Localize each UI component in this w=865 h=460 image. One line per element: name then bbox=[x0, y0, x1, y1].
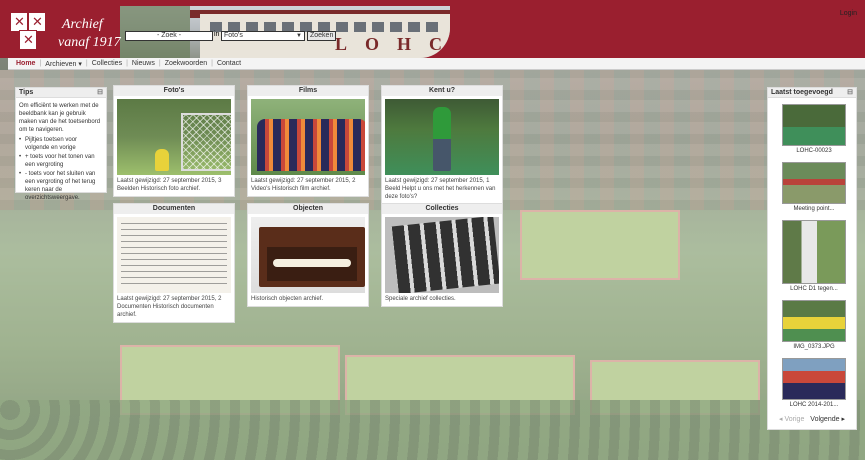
card-meta: Speciale archief collecties. bbox=[385, 296, 456, 302]
pager-prev-link[interactable]: ◂ Vorige bbox=[779, 416, 804, 423]
recent-caption: LOHC 2014-201... bbox=[789, 402, 839, 408]
recent-pager: ◂ Vorige Volgende ▸ bbox=[768, 415, 856, 423]
recent-header: Laatst toegevoegd ⊟ bbox=[768, 88, 856, 98]
main-navigation: Home | Archieven ▾ | Collecties | Nieuws… bbox=[8, 58, 865, 70]
site-title: Archief vanaf 1917 bbox=[58, 16, 121, 52]
card-thumbnail[interactable] bbox=[385, 217, 499, 293]
card-thumbnail[interactable] bbox=[251, 217, 365, 293]
card-title: Documenten bbox=[114, 204, 234, 214]
search-category-select[interactable]: Foto's ▼ bbox=[221, 31, 305, 41]
recent-item[interactable]: LOHC D1 tegen... bbox=[782, 220, 846, 293]
banner-lohc-text: LOHC bbox=[335, 34, 450, 54]
tips-item: + toets voor het tonen van een vergrotin… bbox=[19, 153, 103, 169]
card-meta: Historisch objecten archief. bbox=[251, 296, 324, 302]
category-card-fotos[interactable]: Foto's Laatst gewijzigd: 27 september 20… bbox=[113, 85, 235, 197]
nav-archieven[interactable]: Archieven ▾ bbox=[45, 60, 82, 68]
select-arrow-icon: ▼ bbox=[296, 33, 302, 39]
recent-caption: LOHC-00023 bbox=[796, 148, 832, 154]
card-thumbnail[interactable] bbox=[385, 99, 499, 175]
card-title: Collecties bbox=[382, 204, 502, 214]
recent-thumbnail[interactable] bbox=[782, 104, 846, 146]
card-title: Foto's bbox=[114, 86, 234, 96]
category-card-collecties[interactable]: Collecties Speciale archief collecties. bbox=[381, 203, 503, 307]
card-thumbnail[interactable] bbox=[117, 217, 231, 293]
recent-caption: IMG_0373.JPG bbox=[793, 344, 835, 350]
collapse-icon[interactable]: ⊟ bbox=[847, 88, 853, 98]
site-title-line1: Archief bbox=[62, 17, 103, 32]
nav-nieuws[interactable]: Nieuws bbox=[132, 60, 155, 67]
category-card-objecten[interactable]: Objecten Historisch objecten archief. bbox=[247, 203, 369, 307]
recent-item[interactable]: IMG_0373.JPG bbox=[782, 300, 846, 351]
tips-title: Tips bbox=[19, 89, 34, 96]
pager-next-link[interactable]: Volgende ▸ bbox=[810, 416, 845, 423]
tips-item: - toets voor het sluiten van een vergrot… bbox=[19, 170, 103, 202]
category-card-documenten[interactable]: Documenten Laatst gewijzigd: 27 septembe… bbox=[113, 203, 235, 323]
club-logo[interactable] bbox=[10, 12, 50, 50]
tips-panel: Tips ⊟ Om efficiënt te werken met de bee… bbox=[15, 87, 107, 201]
nav-contact[interactable]: Contact bbox=[217, 60, 241, 67]
tips-item: Pijltjes toetsen voor volgende en vorige bbox=[19, 136, 103, 152]
card-meta: Laatst gewijzigd: 27 september 2015, 2 D… bbox=[117, 296, 222, 318]
recent-item[interactable]: LOHC 2014-201... bbox=[782, 358, 846, 409]
recent-title: Laatst toegevoegd bbox=[771, 89, 833, 96]
recent-thumbnail[interactable] bbox=[782, 162, 846, 204]
chevron-down-icon: ▾ bbox=[78, 60, 82, 68]
tips-header: Tips ⊟ bbox=[16, 88, 106, 98]
site-title-line2: vanaf 1917 bbox=[58, 35, 121, 50]
card-meta: Laatst gewijzigd: 27 september 2015, 3 B… bbox=[117, 178, 222, 192]
card-title: Objecten bbox=[248, 204, 368, 214]
search-input[interactable]: - Zoek - bbox=[125, 31, 213, 41]
recent-thumbnail[interactable] bbox=[782, 220, 846, 284]
search-category-value: Foto's bbox=[224, 32, 243, 39]
nav-zoekwoorden[interactable]: Zoekwoorden bbox=[165, 60, 207, 67]
nav-collecties[interactable]: Collecties bbox=[92, 60, 122, 67]
card-thumbnail[interactable] bbox=[117, 99, 231, 175]
collapse-icon[interactable]: ⊟ bbox=[97, 88, 103, 98]
login-link[interactable]: Login bbox=[840, 10, 857, 17]
card-title: Kent u? bbox=[382, 86, 502, 96]
recent-caption: Meeting point... bbox=[793, 206, 835, 212]
card-title: Films bbox=[248, 86, 368, 96]
recent-item[interactable]: LOHC-00023 bbox=[782, 104, 846, 155]
recent-thumbnail[interactable] bbox=[782, 358, 846, 400]
category-card-kent-u[interactable]: Kent u? Laatst gewijzigd: 27 september 2… bbox=[381, 85, 503, 205]
recent-item[interactable]: Meeting point... bbox=[782, 162, 846, 213]
tips-intro: Om efficiënt te werken met de beeldbank … bbox=[19, 103, 101, 133]
search-in-label: in bbox=[214, 31, 220, 38]
nav-home[interactable]: Home bbox=[16, 60, 35, 67]
category-card-films[interactable]: Films Laatst gewijzigd: 27 september 201… bbox=[247, 85, 369, 197]
recent-thumbnail[interactable] bbox=[782, 300, 846, 342]
card-meta: Laatst gewijzigd: 27 september 2015, 2 V… bbox=[251, 178, 356, 192]
recent-caption: LOHC D1 tegen... bbox=[790, 286, 838, 292]
card-thumbnail[interactable] bbox=[251, 99, 365, 175]
site-header: LOHC Archief vanaf 1917 Login - Zoek - i… bbox=[0, 0, 865, 58]
search-button[interactable]: Zoeken bbox=[307, 31, 337, 41]
recently-added-panel: Laatst toegevoegd ⊟ LOHC-00023 Meeting p… bbox=[767, 87, 857, 430]
card-meta: Laatst gewijzigd: 27 september 2015, 1 B… bbox=[385, 178, 496, 200]
